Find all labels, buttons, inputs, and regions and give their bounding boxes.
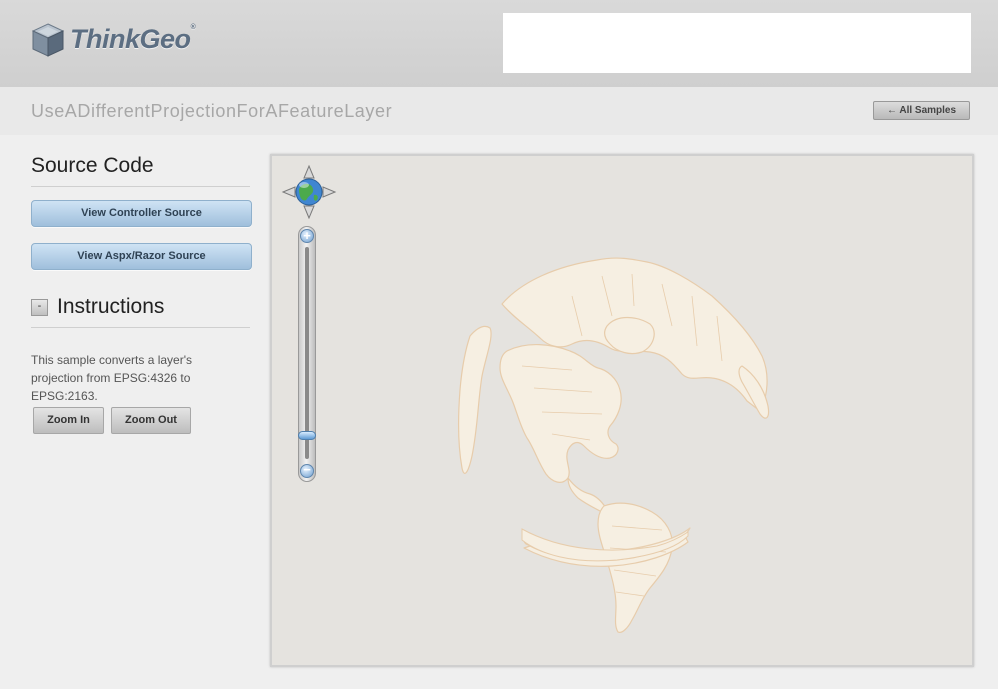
- central-america-land: [567, 477, 607, 513]
- source-code-heading: Source Code: [31, 154, 154, 177]
- page-title: UseADifferentProjectionForAFeatureLayer: [31, 101, 393, 121]
- instructions-divider: [31, 327, 250, 328]
- view-controller-source-button[interactable]: View Controller Source: [31, 200, 252, 227]
- logo-text: ThinkGeo®: [70, 24, 196, 54]
- map-viewport[interactable]: + −: [270, 154, 974, 667]
- ad-banner: [503, 13, 971, 73]
- instructions-description: This sample converts a layer's projectio…: [31, 353, 193, 403]
- north-america-land: [499, 343, 622, 483]
- zoom-in-icon[interactable]: +: [300, 229, 314, 243]
- zoom-slider[interactable]: + −: [298, 226, 316, 482]
- western-edge-land: [458, 325, 492, 474]
- instructions-heading: Instructions: [57, 295, 165, 318]
- zoom-slider-handle[interactable]: [298, 431, 316, 440]
- source-code-divider: [31, 186, 250, 187]
- view-aspx-razor-source-button[interactable]: View Aspx/Razor Source: [31, 243, 252, 270]
- all-samples-button[interactable]: ← All Samples: [873, 101, 970, 120]
- zoom-out-icon[interactable]: −: [300, 463, 314, 478]
- zoom-track[interactable]: [305, 247, 309, 459]
- cube-logo-icon: [31, 23, 65, 57]
- zoom-in-button[interactable]: Zoom In: [33, 407, 104, 434]
- site-header: ThinkGeo®: [0, 0, 998, 87]
- south-america-land: [597, 502, 673, 633]
- zoom-out-button[interactable]: Zoom Out: [111, 407, 191, 434]
- pan-globe-icon[interactable]: [281, 164, 337, 220]
- world-map-projected: [458, 257, 770, 633]
- instructions-collapse-button[interactable]: -: [31, 299, 48, 316]
